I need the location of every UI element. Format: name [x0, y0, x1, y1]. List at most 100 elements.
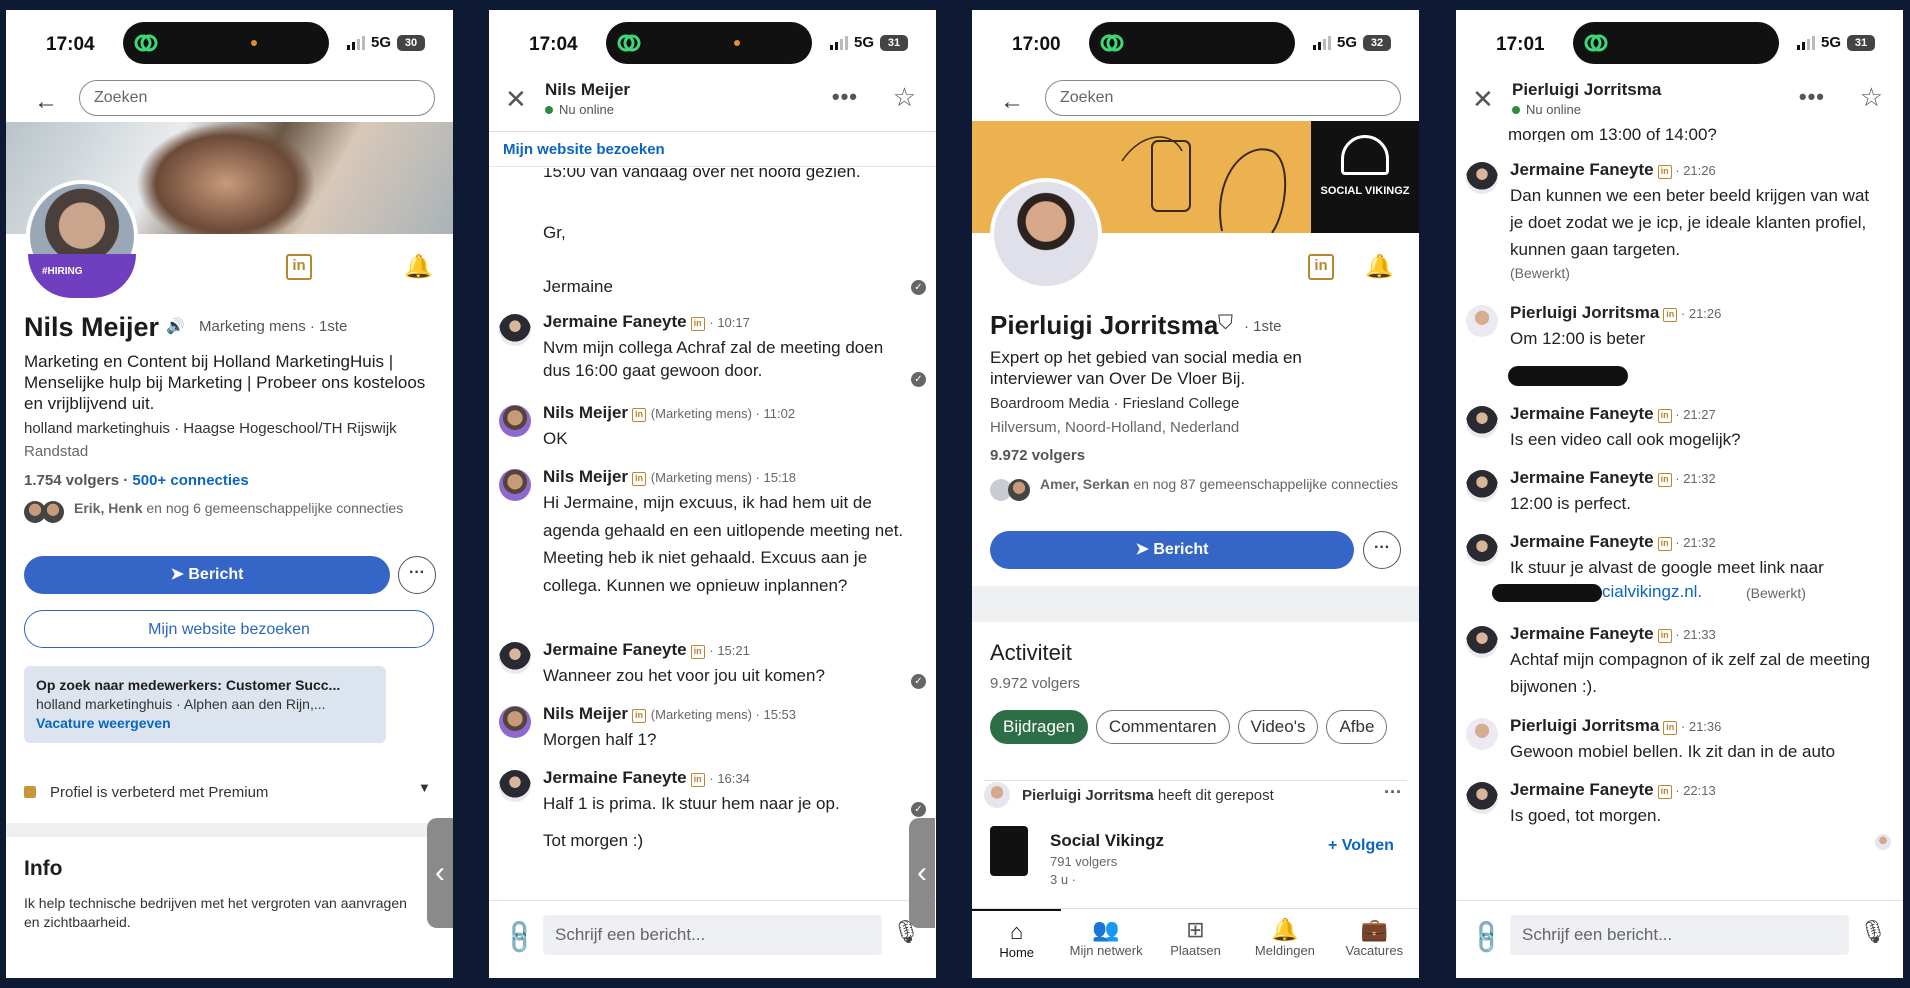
speaker-icon[interactable]: 🔊	[166, 317, 185, 335]
more-button[interactable]: ···	[398, 556, 436, 594]
sender-name[interactable]: Jermaine Faneyte	[1510, 624, 1654, 643]
message-input[interactable]: Schrijf een bericht...	[543, 915, 882, 955]
mutual-connections[interactable]: Erik, Henk en nog 6 gemeenschappelijke c…	[74, 499, 424, 517]
star-icon[interactable]: ☆	[893, 82, 916, 113]
message-input[interactable]: Schrijf een bericht...	[1510, 915, 1849, 955]
microphone-icon[interactable]: 🎙	[1859, 919, 1887, 945]
avatar[interactable]	[1466, 406, 1498, 438]
mutual-names: Erik, Henk	[74, 500, 143, 516]
hiring-badge: #HIRING	[28, 254, 136, 298]
avatar[interactable]	[1466, 782, 1498, 814]
sender-name[interactable]: Jermaine Faneyte	[543, 312, 687, 331]
signal-group: 5G 32	[1312, 34, 1391, 51]
email-link[interactable]: cialvikingz.nl.	[1602, 582, 1702, 601]
sender-name[interactable]: Jermaine Faneyte	[1510, 532, 1654, 551]
avatar[interactable]	[499, 706, 531, 738]
close-icon[interactable]: ✕	[505, 86, 527, 112]
message-header: Nils Meijer in (Marketing mens) · 15:53	[543, 704, 797, 723]
website-button[interactable]: Mijn website bezoeken	[24, 610, 434, 648]
back-arrow-icon[interactable]: ←	[34, 88, 58, 116]
sender-name[interactable]: Nils Meijer	[543, 704, 628, 723]
message-text: 12:00 is perfect.	[1510, 494, 1631, 513]
back-arrow-icon[interactable]: ←	[1000, 88, 1024, 116]
more-icon[interactable]: •••	[1799, 84, 1825, 110]
profile-avatar[interactable]	[990, 178, 1102, 290]
avatar[interactable]	[1466, 162, 1498, 194]
bell-icon[interactable]: 🔔	[404, 253, 433, 280]
paperclip-icon[interactable]: 🔗	[499, 917, 541, 959]
online-label: Nu online	[559, 102, 614, 117]
sender-name[interactable]: Nils Meijer	[543, 467, 628, 486]
avatar[interactable]	[1466, 305, 1498, 337]
avatar[interactable]	[1466, 470, 1498, 502]
chat-header: ✕ Nils Meijer Nu online ••• ☆	[489, 74, 936, 132]
job-subtitle: holland marketinghuis · Alphen aan den R…	[36, 696, 326, 712]
post-more-icon[interactable]: ···	[1384, 782, 1402, 803]
nav-network[interactable]: 👥 Mijn netwerk	[1061, 909, 1150, 978]
paperclip-icon[interactable]: 🔗	[1466, 917, 1508, 959]
linkedin-premium-icon: in	[286, 254, 312, 280]
sender-name[interactable]: Jermaine Faneyte	[543, 768, 687, 787]
avatar[interactable]	[1466, 626, 1498, 658]
tab-videos[interactable]: Video's	[1237, 710, 1319, 744]
bell-icon[interactable]: 🔔	[1365, 253, 1394, 280]
star-icon[interactable]: ☆	[1860, 82, 1883, 113]
tab-commentaren[interactable]: Commentaren	[1095, 710, 1230, 744]
chevron-down-icon[interactable]: ▼	[418, 780, 431, 795]
message-text: Achtaf mijn compagnon of ik zelf zal de …	[1510, 650, 1871, 696]
sender-name[interactable]: Pierluigi Jorritsma	[1510, 303, 1659, 322]
verified-shield-icon[interactable]: ⛉	[1218, 312, 1233, 335]
avatar[interactable]	[1466, 534, 1498, 566]
website-link[interactable]: Mijn website bezoeken	[503, 140, 665, 159]
sender-name[interactable]: Jermaine Faneyte	[543, 640, 687, 659]
follow-button[interactable]: + Volgen	[1328, 836, 1394, 855]
avatar[interactable]	[984, 782, 1010, 808]
avatar[interactable]	[499, 770, 531, 802]
phone-chat-nils: 17:04 5G 31 ✕ Nils Meijer Nu online ••• …	[489, 10, 936, 978]
avatar[interactable]	[499, 314, 531, 346]
linkedin-icon: in	[1657, 165, 1672, 179]
sender-name[interactable]: Jermaine Faneyte	[1510, 780, 1654, 799]
avatar[interactable]	[1466, 718, 1498, 750]
mutual-connections[interactable]: Amer, Serkan en nog 87 gemeenschappelijk…	[1040, 475, 1410, 493]
send-icon: ➤	[170, 566, 189, 583]
avatar[interactable]	[499, 642, 531, 674]
dynamic-island	[606, 22, 812, 64]
nav-home[interactable]: ⌂ Home	[972, 909, 1062, 978]
message-header: Jermaine Faneyte in · 21:27	[1510, 404, 1716, 423]
avatar[interactable]	[499, 405, 531, 437]
search-input[interactable]: Zoeken	[79, 80, 435, 116]
sender-name[interactable]: Jermaine Faneyte	[1510, 468, 1654, 487]
close-icon[interactable]: ✕	[1472, 86, 1494, 112]
sender-name[interactable]: Jermaine Faneyte	[1510, 404, 1654, 423]
company-logo[interactable]	[990, 826, 1028, 876]
repost-name[interactable]: Pierluigi Jorritsma	[1022, 787, 1154, 804]
divider	[984, 780, 1407, 781]
job-card[interactable]: Op zoek naar medewerkers: Customer Succ.…	[24, 666, 386, 743]
job-link[interactable]: Vacature weergeven	[36, 714, 374, 733]
search-input[interactable]: Zoeken	[1045, 80, 1401, 116]
connections-link[interactable]: 500+ connecties	[132, 472, 248, 489]
premium-label[interactable]: Profiel is verbeterd met Premium	[50, 783, 268, 802]
tab-afbeeldingen[interactable]: Afbe	[1326, 710, 1388, 744]
nav-notifications[interactable]: 🔔 Meldingen	[1240, 909, 1329, 978]
app-ring-icon	[617, 34, 641, 52]
avatar[interactable]	[499, 469, 531, 501]
side-handle[interactable]: ‹	[427, 818, 453, 928]
sender-name[interactable]: Jermaine Faneyte	[1510, 160, 1654, 179]
company-name[interactable]: Social Vikingz	[1050, 830, 1164, 851]
message-text: Tot morgen :)	[543, 831, 644, 850]
chat-title[interactable]: Nils Meijer	[545, 80, 630, 100]
tab-bijdragen[interactable]: Bijdragen	[990, 710, 1088, 744]
side-handle[interactable]: ‹	[909, 818, 935, 928]
nav-jobs[interactable]: 💼 Vacatures	[1330, 909, 1419, 978]
message-text: Morgen half 1?	[543, 730, 657, 749]
sender-name[interactable]: Nils Meijer	[543, 403, 628, 422]
more-button[interactable]: ···	[1363, 531, 1401, 569]
more-icon[interactable]: •••	[832, 84, 858, 110]
sender-name[interactable]: Pierluigi Jorritsma	[1510, 716, 1659, 735]
chat-title[interactable]: Pierluigi Jorritsma	[1512, 80, 1661, 100]
message-button[interactable]: ➤ Bericht	[990, 531, 1354, 569]
nav-post[interactable]: ⊞ Plaatsen	[1151, 909, 1240, 978]
message-button[interactable]: ➤ Bericht	[24, 556, 390, 594]
